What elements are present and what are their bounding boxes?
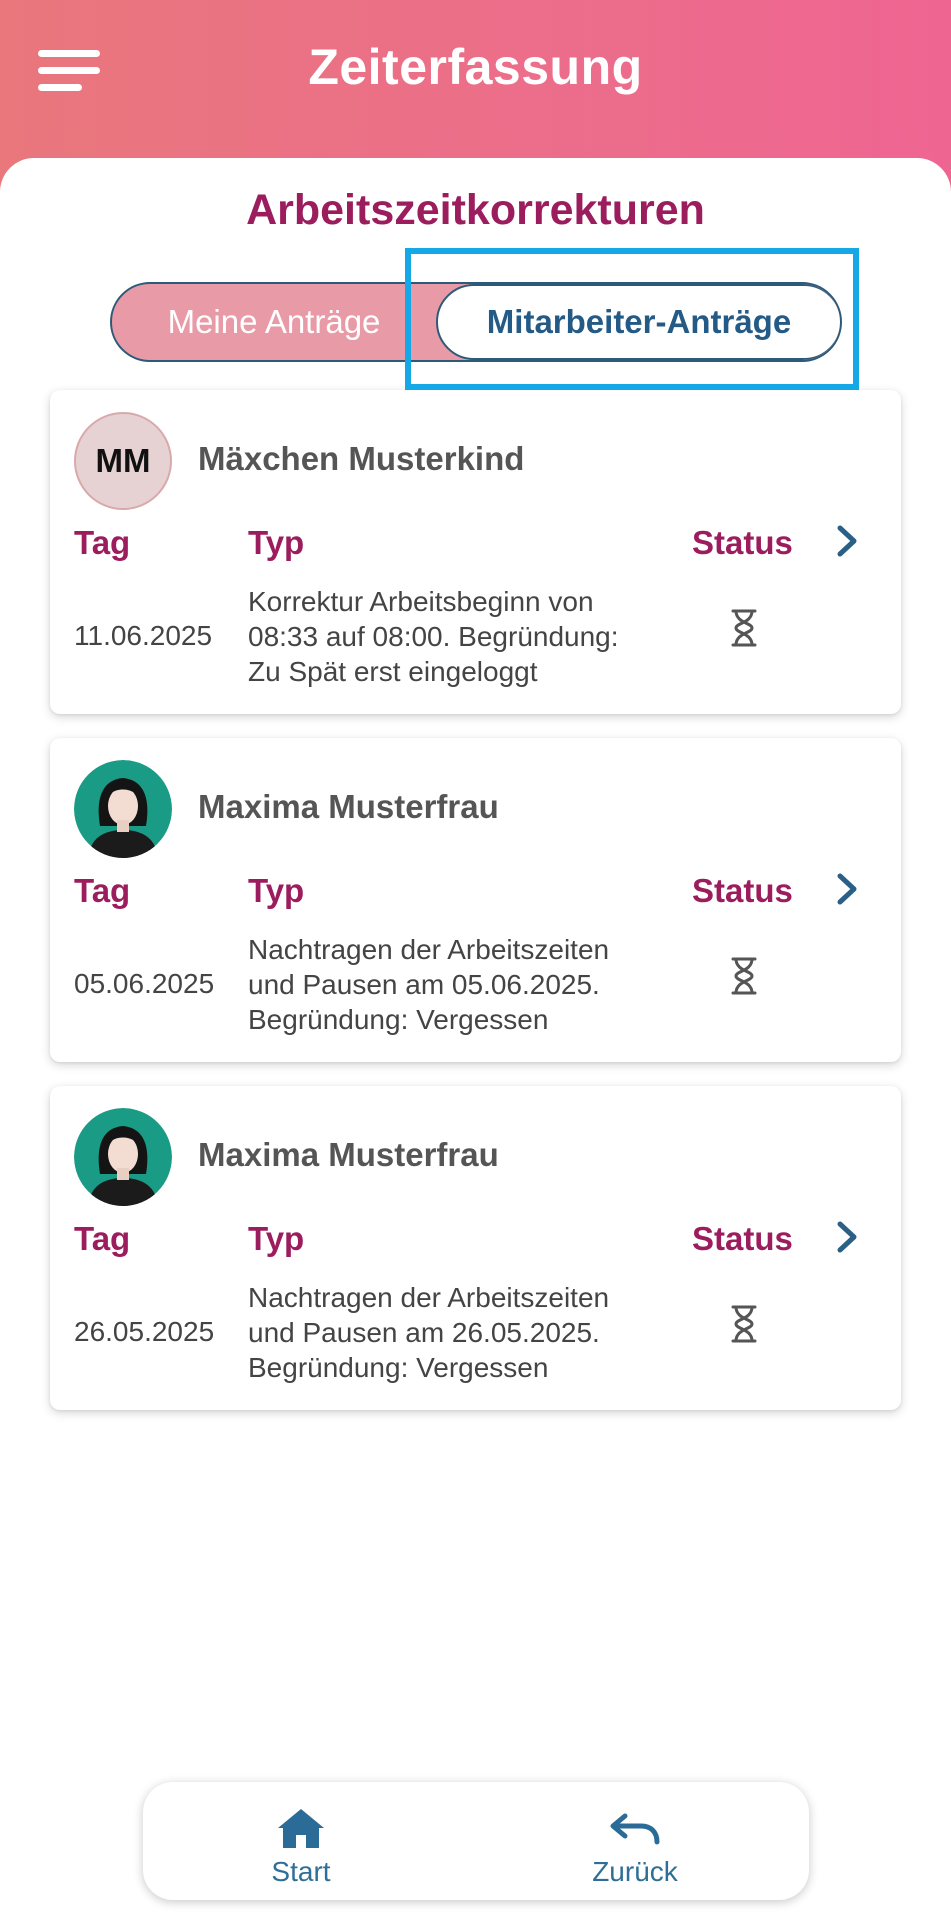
request-type: Korrektur Arbeitsbeginn von 08:33 auf 08… [248,586,619,687]
request-type: Nachtragen der Arbeitszeiten und Pausen … [248,934,610,1035]
nav-back-button[interactable]: Zurück [535,1782,735,1900]
request-date: 26.05.2025 [74,1316,215,1347]
content-sheet: Arbeitszeitkorrekturen Meine Anträge Mit… [0,158,951,1920]
chevron-right-icon[interactable] [830,870,864,908]
column-label-day: Tag [74,524,131,561]
column-label-status: Status [692,872,793,909]
column-label-type: Typ [248,1220,305,1257]
employee-name: Maxima Musterfrau [198,1136,499,1173]
page-title: Arbeitszeitkorrekturen [246,186,705,234]
female-avatar [74,760,172,858]
column-label-day: Tag [74,1220,131,1257]
request-tab-switch: Meine Anträge Mitarbeiter-Anträge [110,282,842,362]
app-title: Zeiterfassung [308,39,643,95]
female-avatar [74,1108,172,1206]
hourglass-icon [731,957,757,995]
nav-start-label: Start [271,1856,331,1887]
employee-name: Maxima Musterfrau [198,788,499,825]
column-label-day: Tag [74,872,131,909]
undo-icon [610,1813,660,1845]
column-label-type: Typ [248,872,305,909]
employee-name: Mäxchen Musterkind [198,440,525,477]
avatar: MM [74,412,172,510]
bottom-navigation: Start Zurück [143,1782,809,1900]
request-card[interactable]: Maxima Musterfrau Tag Typ Status 05.06.2… [50,738,901,1062]
chevron-right-icon[interactable] [830,1218,864,1256]
hourglass-icon [731,609,757,647]
hourglass-icon [731,1305,757,1343]
tab-my-requests[interactable]: Meine Anträge [112,284,436,360]
request-type: Nachtragen der Arbeitszeiten und Pausen … [248,1282,610,1383]
request-card[interactable]: Maxima Musterfrau Tag Typ Status 26.05.2… [50,1086,901,1410]
request-card[interactable]: MM Mäxchen Musterkind Tag Typ Status 11.… [50,390,901,714]
column-label-type: Typ [248,524,305,561]
nav-start-button[interactable]: Start [201,1782,401,1900]
chevron-right-icon[interactable] [830,522,864,560]
request-date: 05.06.2025 [74,968,215,999]
nav-back-label: Zurück [592,1856,678,1887]
column-label-status: Status [692,524,793,561]
tab-employee-requests[interactable]: Mitarbeiter-Anträge [436,284,840,360]
home-icon [278,1809,324,1848]
request-date: 11.06.2025 [74,620,213,651]
column-label-status: Status [692,1220,793,1257]
